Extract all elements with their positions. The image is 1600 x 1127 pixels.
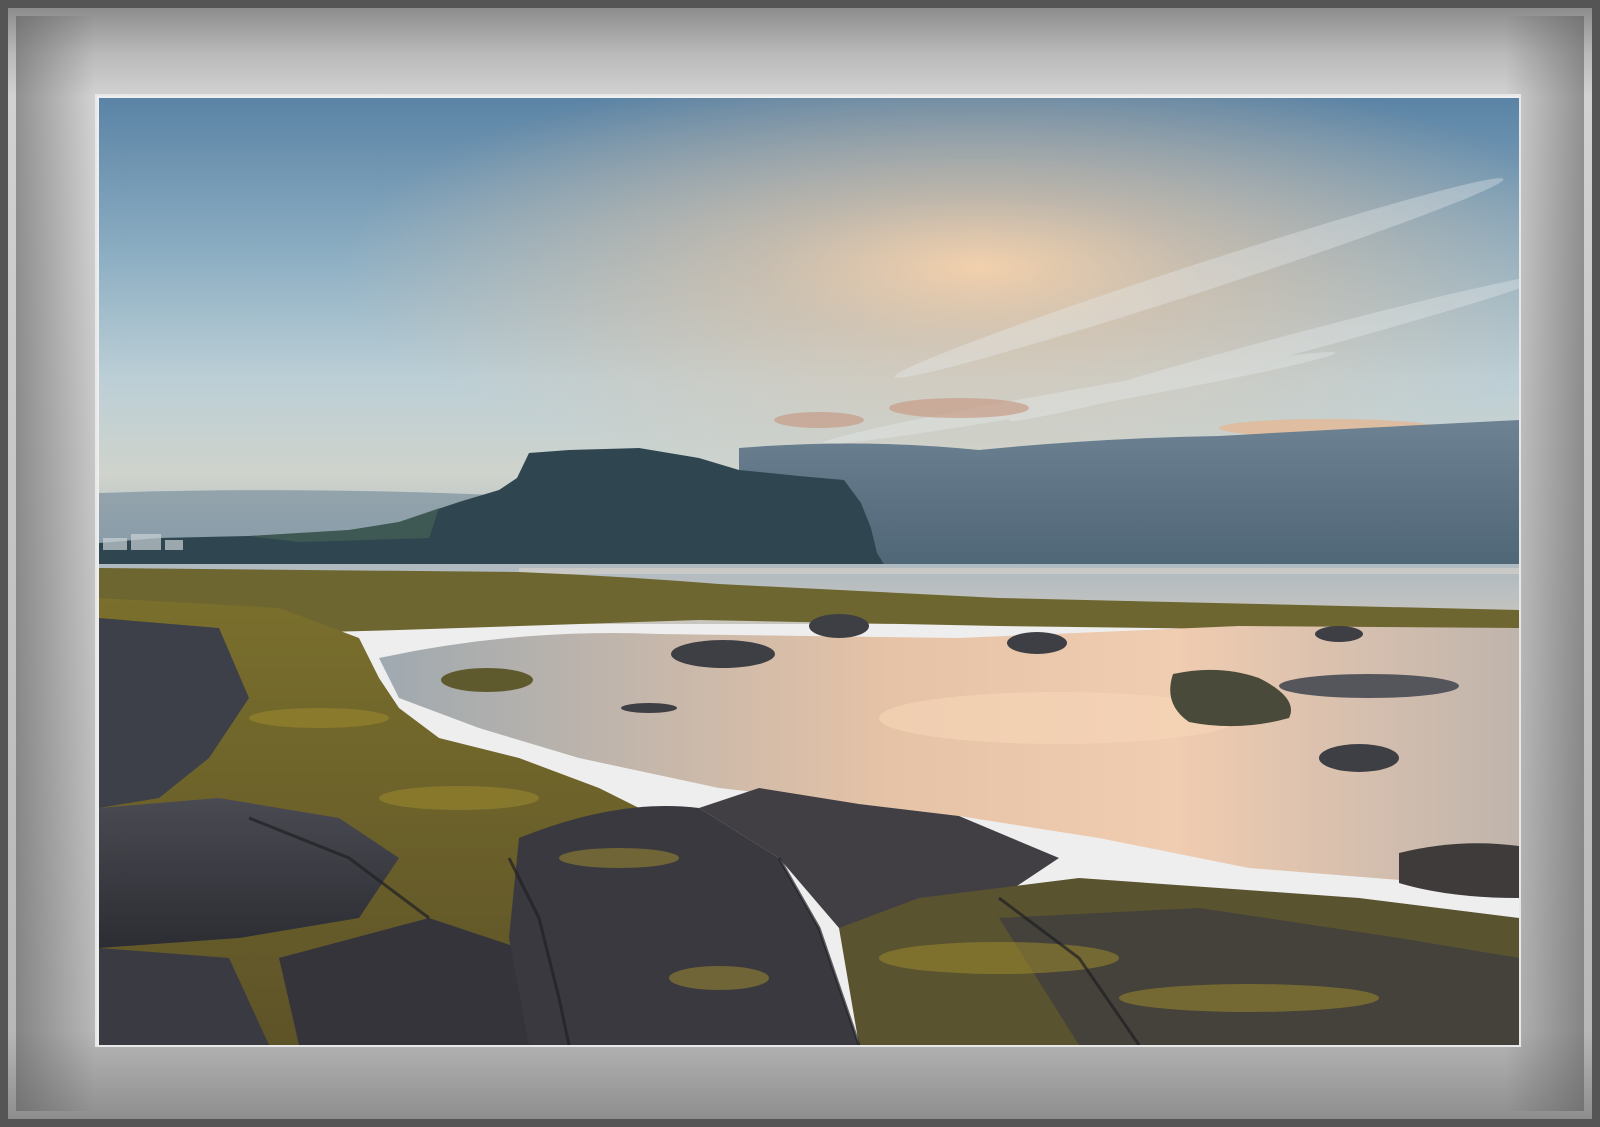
picture-frame — [0, 0, 1600, 1127]
photo-border — [95, 94, 1521, 1047]
landscape-photo — [99, 98, 1519, 1045]
